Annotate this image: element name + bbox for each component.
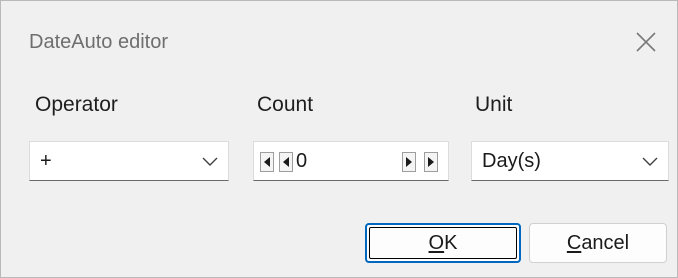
- title-bar[interactable]: DateAuto editor: [1, 1, 677, 87]
- increment-arrow-icon[interactable]: [402, 152, 416, 172]
- unit-dropdown[interactable]: Day(s): [471, 141, 669, 181]
- cancel-mnemonic: C: [566, 231, 582, 254]
- operator-value: +: [40, 150, 52, 172]
- close-icon[interactable]: [629, 25, 663, 59]
- cancel-button-label: Cancel: [567, 232, 629, 255]
- chevron-down-icon: [202, 157, 218, 166]
- count-stepper[interactable]: 0: [253, 141, 449, 181]
- unit-label: Unit: [475, 93, 513, 116]
- operator-label: Operator: [35, 93, 118, 116]
- dialog-window: DateAuto editor Operator Count Unit + 0 …: [0, 0, 678, 278]
- ok-button[interactable]: OK: [365, 223, 521, 263]
- focus-ring: [369, 227, 517, 259]
- decrement-arrow-icon[interactable]: [279, 152, 293, 172]
- count-label: Count: [257, 93, 314, 116]
- last-arrow-icon[interactable]: [424, 152, 438, 172]
- cancel-button[interactable]: Cancel: [529, 223, 667, 263]
- cancel-label-rest: ancel: [581, 231, 630, 254]
- operator-dropdown[interactable]: +: [29, 141, 229, 181]
- window-title: DateAuto editor: [29, 31, 168, 53]
- unit-value: Day(s): [482, 150, 541, 172]
- first-arrow-icon[interactable]: [260, 152, 274, 172]
- count-value[interactable]: 0: [296, 150, 307, 173]
- chevron-down-icon: [642, 157, 658, 166]
